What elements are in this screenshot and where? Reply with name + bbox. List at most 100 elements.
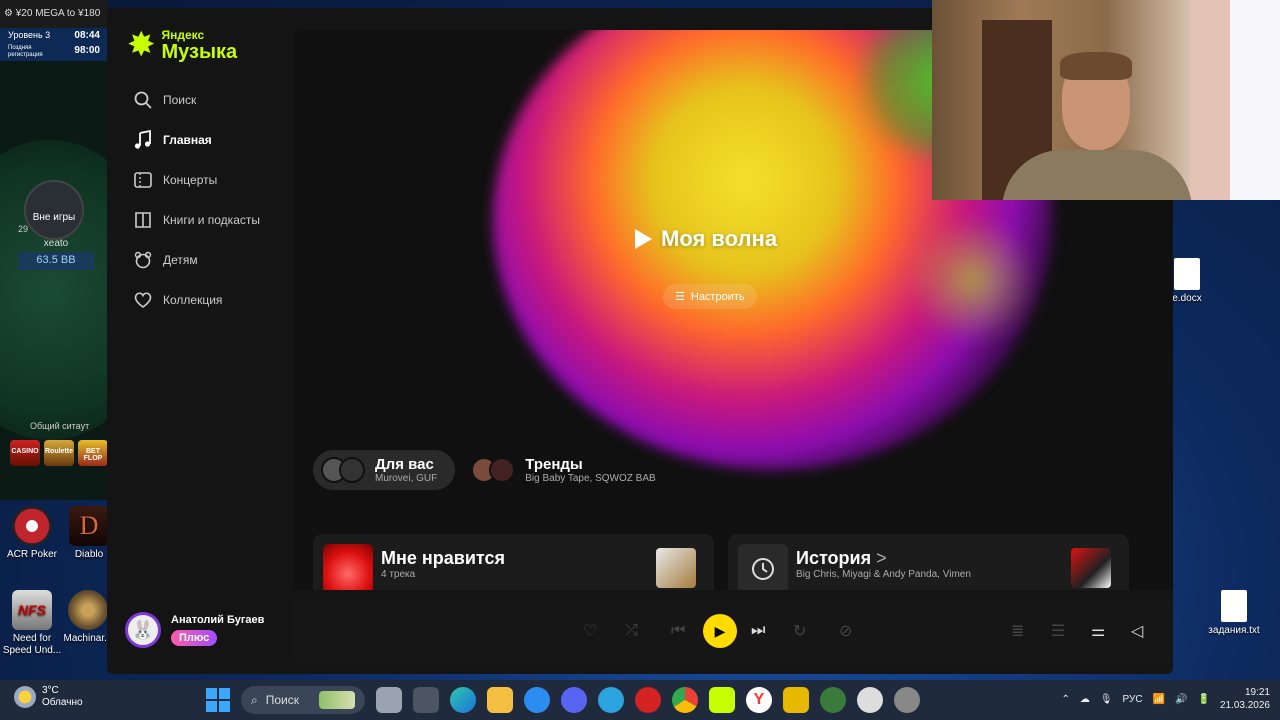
- poker-seat-status: Вне игры: [32, 212, 76, 223]
- nav-item-label: Концерты: [163, 173, 218, 187]
- desktop-icon-txt[interactable]: задания.txt: [1202, 590, 1266, 637]
- my-wave-tune-button[interactable]: ☰ Настроить: [663, 284, 757, 309]
- yandex-music-taskbar-icon[interactable]: [709, 687, 735, 713]
- chip-title: Для вас: [375, 456, 434, 473]
- next-icon[interactable]: ⏭: [751, 598, 765, 664]
- dislike-icon[interactable]: ⊘: [839, 598, 852, 664]
- play-pause-button[interactable]: ▶: [703, 614, 737, 648]
- yandex-browser-icon[interactable]: Y: [746, 687, 772, 713]
- poker-seat-number: 29: [18, 224, 29, 234]
- poker-client-window[interactable]: ⚙ ¥20 MEGA to ¥180 Уровень 3 08:44 Поздн…: [0, 0, 108, 500]
- desktop-icon-nfs[interactable]: NFS Need for Speed Und...: [0, 590, 64, 657]
- windows-start-icon[interactable]: [206, 688, 230, 712]
- artist-avatar: [339, 457, 365, 483]
- weather-widget[interactable]: 3°C Облачно: [14, 685, 83, 709]
- ym-logo-small-text: Яндекс: [161, 28, 205, 42]
- desktop-icon-label: Need for Speed Und...: [2, 633, 62, 656]
- desktop-icon-acr-poker[interactable]: ACR Poker: [0, 506, 64, 561]
- plus-badge[interactable]: Плюс: [171, 630, 218, 646]
- chip-trends[interactable]: Тренды Big Baby Tape, SQWOZ BAB: [463, 450, 673, 490]
- wifi-icon[interactable]: 📶: [1153, 694, 1165, 705]
- my-wave-play-button[interactable]: Моя волна: [633, 226, 777, 252]
- poker-sitout-label[interactable]: Общий ситаут: [30, 421, 89, 431]
- acr-poker-icon: [12, 506, 52, 546]
- equalizer-icon[interactable]: ⚌: [1091, 598, 1105, 664]
- nav-item-home[interactable]: Главная: [133, 120, 260, 160]
- album-thumbnail[interactable]: [1071, 548, 1111, 588]
- webcam-background-curtain: [1190, 0, 1230, 200]
- book-icon: [135, 212, 151, 228]
- ym-sidebar: ✸ Яндекс Музыка Поиск Главная Концерты К…: [107, 8, 293, 674]
- recording-app-icon[interactable]: [894, 687, 920, 713]
- repeat-icon[interactable]: ↻: [793, 598, 806, 664]
- battery-icon[interactable]: 🔋: [1197, 694, 1209, 705]
- artist-avatar: [489, 457, 516, 483]
- wave-mode-chips: Для вас Murovei, GUF Тренды Big Baby Tap…: [313, 450, 674, 490]
- keyboard-app-icon[interactable]: [413, 687, 439, 713]
- ym-user-profile[interactable]: 🐰 Анатолий Бугаев Плюс: [125, 612, 264, 648]
- avatar[interactable]: 🐰: [125, 612, 161, 648]
- betflop-game-icon[interactable]: BET FLOP: [78, 440, 108, 466]
- headphones-app-icon[interactable]: [783, 687, 809, 713]
- taskbar-search[interactable]: ⌕ Поиск: [241, 686, 365, 714]
- discord-icon[interactable]: [561, 687, 587, 713]
- chip-for-you[interactable]: Для вас Murovei, GUF: [313, 450, 456, 490]
- poker-app-icon[interactable]: [820, 687, 846, 713]
- nav-item-collection[interactable]: Коллекция: [133, 280, 260, 320]
- clock[interactable]: 19:21 21.03.2026: [1220, 686, 1270, 712]
- task-view-icon[interactable]: [376, 687, 402, 713]
- chrome-icon[interactable]: [672, 687, 698, 713]
- tune-label: Настроить: [690, 290, 745, 303]
- card-liked[interactable]: Мне нравится 4 трека: [313, 534, 714, 590]
- poker-level-label: Уровень 3: [8, 30, 51, 40]
- poker-title-bar[interactable]: ⚙ ¥20 MEGA to ¥180: [0, 0, 108, 28]
- shuffle-icon[interactable]: ⤮: [625, 598, 638, 664]
- nav-item-kids[interactable]: Детям: [133, 240, 260, 280]
- poker-player-avatar[interactable]: Вне игры: [24, 180, 84, 240]
- play-icon: [635, 229, 652, 249]
- like-icon[interactable]: ♡: [583, 598, 597, 664]
- nav-item-search[interactable]: Поиск: [133, 80, 260, 120]
- diablo-icon: D: [69, 506, 109, 546]
- chip-avatars: [321, 457, 365, 483]
- lyrics-icon[interactable]: ≣: [1011, 598, 1024, 664]
- file-explorer-icon[interactable]: [487, 687, 513, 713]
- obs-icon[interactable]: [857, 687, 883, 713]
- speaker-icon[interactable]: 🔊: [1175, 694, 1187, 705]
- weather-condition: Облачно: [42, 697, 83, 708]
- machinarium-icon: [68, 590, 108, 630]
- chip-subtitle: Murovei, GUF: [375, 473, 438, 484]
- plus-label: Плюс: [179, 632, 210, 644]
- card-history[interactable]: История > Big Chris, Miyagi & Andy Panda…: [728, 534, 1129, 590]
- language-indicator[interactable]: РУС: [1123, 694, 1143, 705]
- queue-icon[interactable]: ☰: [1051, 598, 1065, 664]
- ym-logo[interactable]: ✸ Яндекс Музыка: [127, 28, 237, 62]
- search-icon: ⌕: [251, 692, 258, 707]
- volume-icon[interactable]: ◁: [1131, 598, 1143, 664]
- music-note-icon: [134, 130, 151, 149]
- webcam-background-window: [1230, 0, 1280, 200]
- microphone-icon[interactable]: 🎙: [1100, 694, 1113, 705]
- nav-item-books[interactable]: Книги и подкасты: [133, 200, 260, 240]
- webcam-person-hair: [1060, 52, 1132, 80]
- poker-settings-icon[interactable]: ⚙: [4, 8, 16, 19]
- roulette-game-icon[interactable]: Roulette: [44, 440, 74, 466]
- docx-icon: [1174, 258, 1200, 290]
- poker-level-row: Уровень 3 08:44: [0, 28, 108, 43]
- red-app-icon[interactable]: [635, 687, 661, 713]
- previous-icon[interactable]: ⏮: [671, 598, 685, 664]
- nav-item-label: Книги и подкасты: [163, 213, 260, 227]
- casino-game-icon[interactable]: CASINO: [10, 440, 40, 466]
- album-thumbnail[interactable]: [656, 548, 696, 588]
- circle-app-icon[interactable]: [524, 687, 550, 713]
- my-wave-visual-lime: [913, 210, 1033, 350]
- nav-item-concerts[interactable]: Концерты: [133, 160, 260, 200]
- poker-late-label: Поздняя регистрация: [8, 45, 43, 58]
- chevron-up-icon[interactable]: ⌃: [1061, 694, 1069, 705]
- kids-icon: [134, 251, 152, 269]
- poker-player-name: xeato: [43, 238, 69, 249]
- cloud-icon[interactable]: ☁: [1080, 694, 1090, 705]
- clock-time: 19:21: [1244, 687, 1270, 698]
- telegram-icon[interactable]: [598, 687, 624, 713]
- edge-icon[interactable]: [450, 687, 476, 713]
